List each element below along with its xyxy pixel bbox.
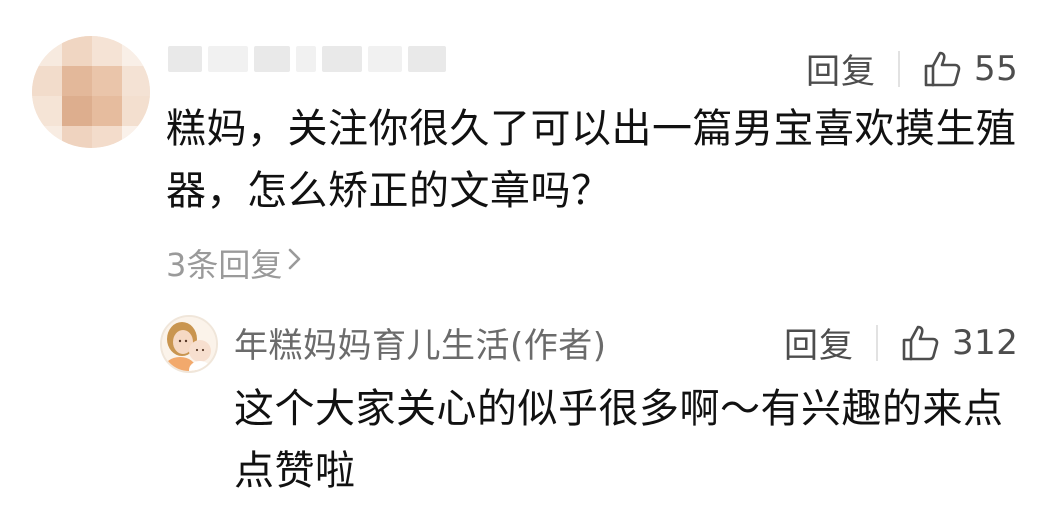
author-reply-actions: 回复 312 — [784, 318, 1018, 367]
replies-count-label: 3条回复 — [166, 246, 283, 284]
main-like-button[interactable]: 55 — [922, 49, 1018, 89]
author-avatar[interactable] — [160, 315, 218, 373]
author-like-count: 312 — [952, 322, 1019, 363]
commenter-avatar-blurred[interactable] — [32, 36, 150, 148]
thumbs-up-icon — [900, 323, 940, 363]
main-comment-actions: 回复 55 — [806, 44, 1018, 93]
author-reply-text: 这个大家关心的似乎很多啊～有兴趣的来点点赞啦 — [234, 386, 1004, 494]
author-reply-button[interactable]: 回复 — [784, 318, 854, 367]
thumbs-up-icon — [922, 49, 962, 89]
commenter-name-blurred[interactable] — [168, 46, 446, 72]
chevron-right-icon — [286, 244, 304, 282]
comment-thread: 回复 55 糕妈，关注你很久了可以出一篇男宝喜欢摸生殖器，怎么矫正的文章吗？ 3… — [0, 0, 1052, 530]
action-divider — [876, 324, 878, 361]
view-replies-link[interactable]: 3条回复 — [166, 240, 304, 286]
main-reply-button[interactable]: 回复 — [806, 44, 876, 93]
author-like-button[interactable]: 312 — [900, 323, 1018, 363]
main-comment-text: 糕妈，关注你很久了可以出一篇男宝喜欢摸生殖器，怎么矫正的文章吗？ — [166, 106, 1017, 214]
action-divider — [898, 50, 900, 87]
author-name[interactable]: 年糕妈妈育儿生活(作者) — [234, 318, 607, 367]
main-like-count: 55 — [974, 48, 1019, 89]
